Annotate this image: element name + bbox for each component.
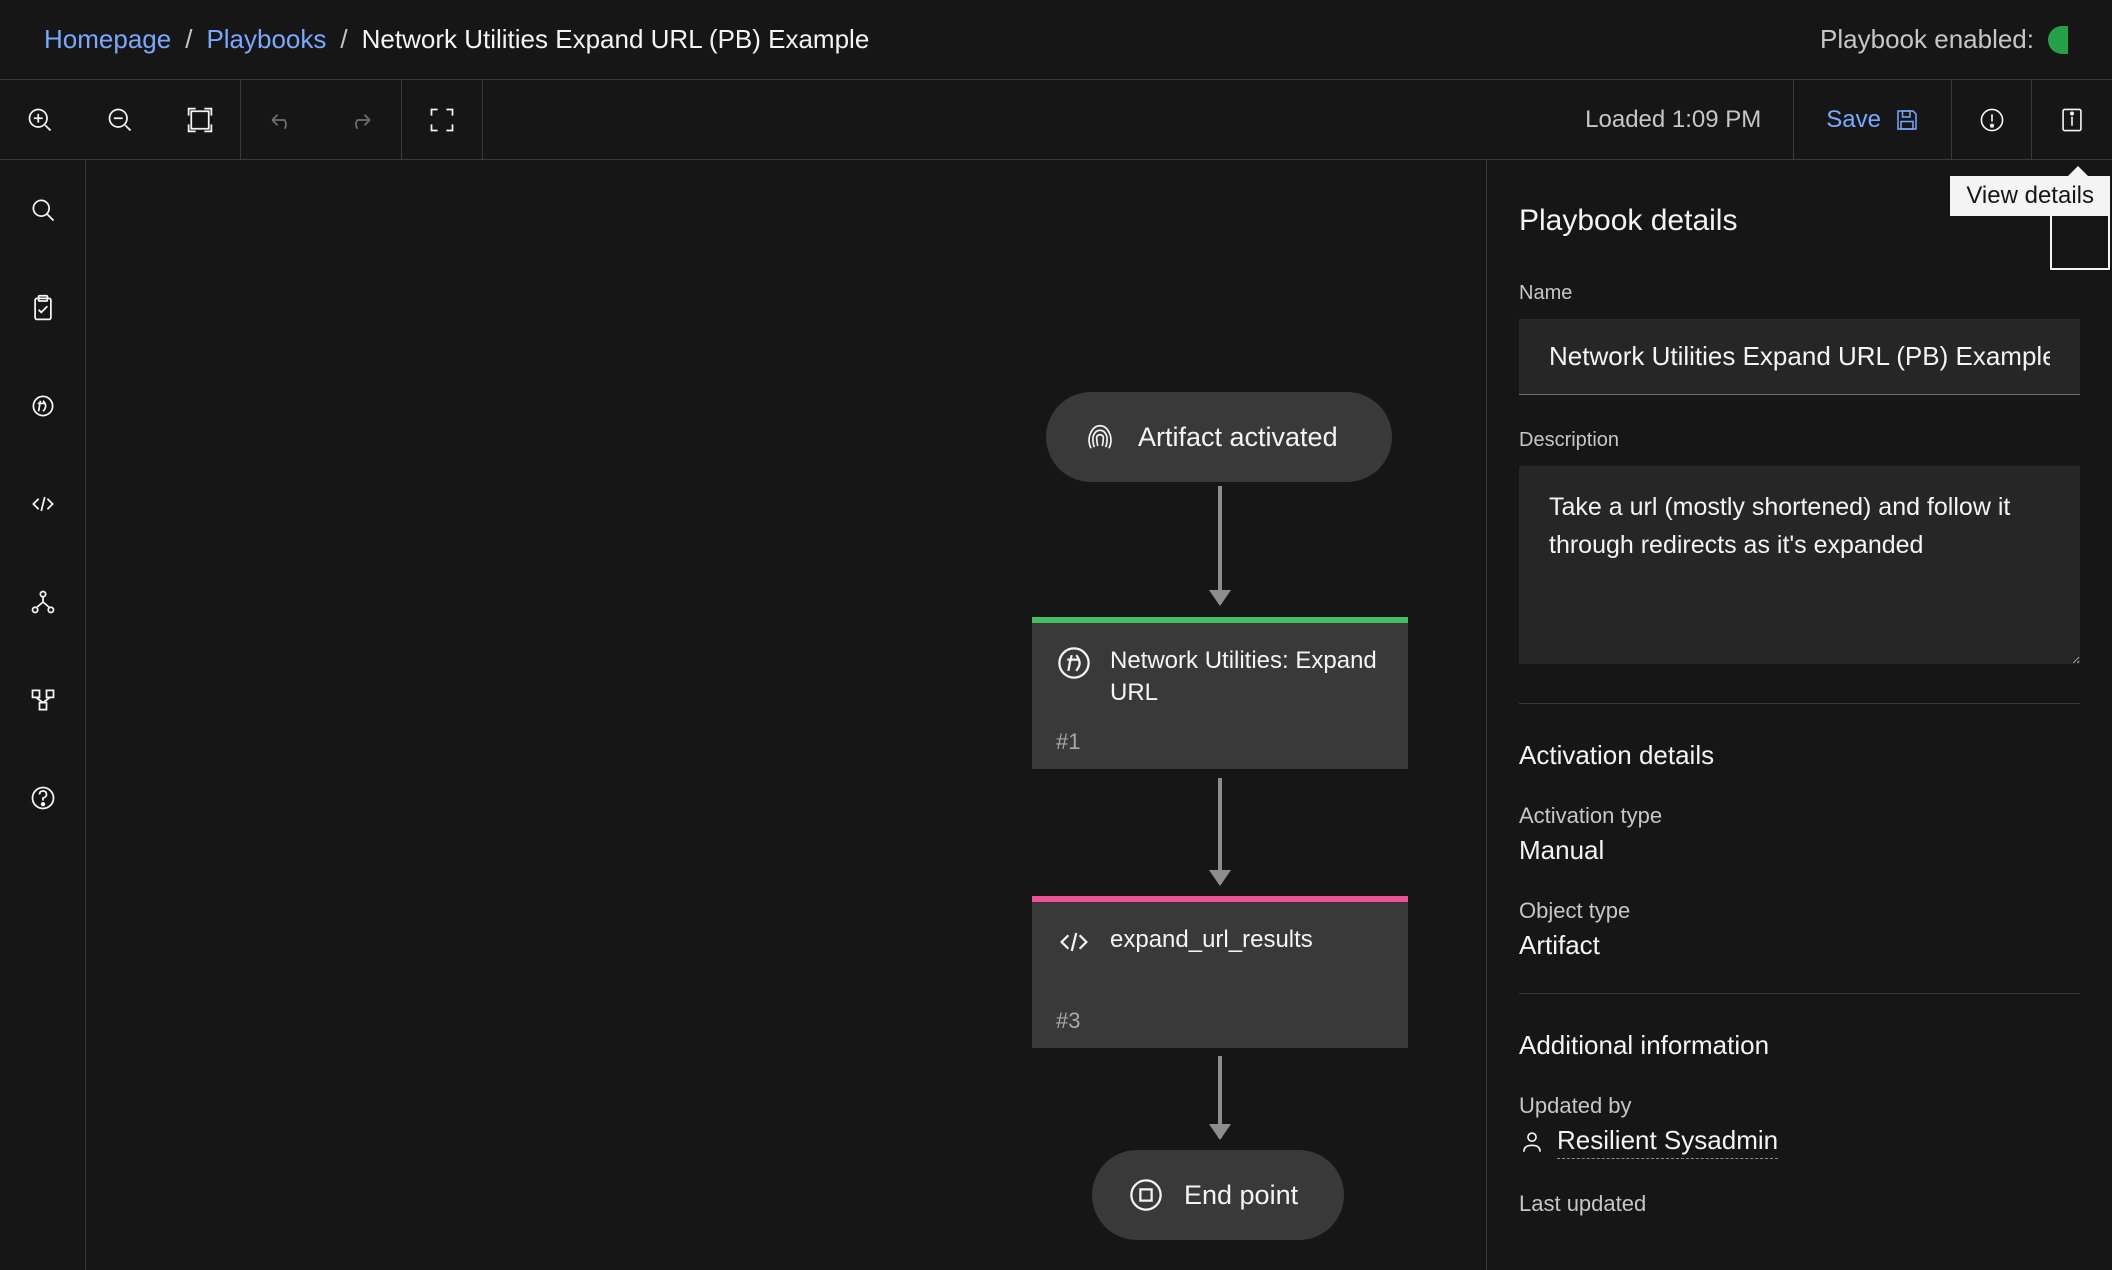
breadcrumb-playbooks-link[interactable]: Playbooks <box>206 24 326 55</box>
enabled-toggle[interactable] <box>2048 26 2068 54</box>
divider <box>1519 993 2080 994</box>
name-label: Name <box>1519 282 2080 305</box>
fullscreen-icon[interactable] <box>402 80 482 159</box>
divider <box>1519 703 2080 704</box>
updated-by-value[interactable]: Resilient Sysadmin <box>1519 1125 2080 1159</box>
code-icon <box>1056 924 1092 960</box>
breadcrumb: Homepage / Playbooks / Network Utilities… <box>44 24 869 55</box>
left-rail <box>0 160 86 1270</box>
function-node-number: #1 <box>1056 729 1080 755</box>
end-node-label: End point <box>1184 1180 1298 1211</box>
breadcrumb-separator: / <box>185 24 192 55</box>
function-icon[interactable] <box>23 386 63 426</box>
updated-by-label: Updated by <box>1519 1093 2080 1119</box>
activation-type-label: Activation type <box>1519 803 2080 829</box>
function-node-title: Network Utilities: Expand URL <box>1110 645 1384 709</box>
function-icon <box>1056 645 1092 681</box>
undo-icon[interactable] <box>241 80 321 159</box>
fit-screen-icon[interactable] <box>160 80 240 159</box>
additional-info-title: Additional information <box>1519 1030 2080 1061</box>
stop-icon <box>1128 1177 1164 1213</box>
object-type-value: Artifact <box>1519 930 2080 961</box>
fingerprint-icon <box>1082 419 1118 455</box>
breadcrumb-home-link[interactable]: Homepage <box>44 24 171 55</box>
playbook-enabled-label: Playbook enabled: <box>1820 24 2034 55</box>
error-icon[interactable] <box>1952 80 2032 159</box>
zoom-in-icon[interactable] <box>0 80 80 159</box>
flow-arrow <box>1218 486 1222 604</box>
save-icon <box>1895 108 1919 132</box>
search-icon[interactable] <box>23 190 63 230</box>
user-icon <box>1519 1129 1545 1155</box>
flow-arrow <box>1218 778 1222 884</box>
details-panel: View details Playbook details Name Descr… <box>1487 160 2112 1270</box>
help-icon[interactable] <box>23 778 63 818</box>
name-input[interactable] <box>1519 319 2080 395</box>
end-node[interactable]: End point <box>1092 1150 1344 1240</box>
redo-icon[interactable] <box>321 80 401 159</box>
script-node[interactable]: expand_url_results #3 <box>1032 896 1408 1048</box>
flow-canvas[interactable]: Artifact activated Network Utilities: Ex… <box>86 160 1487 1270</box>
workflow-icon[interactable] <box>23 680 63 720</box>
zoom-out-icon[interactable] <box>80 80 160 159</box>
close-button[interactable] <box>2050 210 2110 270</box>
toolbar: Loaded 1:09 PM Save <box>0 80 2112 160</box>
breadcrumb-separator: / <box>340 24 347 55</box>
function-node[interactable]: Network Utilities: Expand URL #1 <box>1032 617 1408 769</box>
tree-icon[interactable] <box>23 582 63 622</box>
last-updated-label: Last updated <box>1519 1191 2080 1217</box>
save-button[interactable]: Save <box>1794 80 1952 159</box>
start-node[interactable]: Artifact activated <box>1046 392 1392 482</box>
script-node-title: expand_url_results <box>1110 924 1313 956</box>
description-label: Description <box>1519 429 2080 452</box>
start-node-label: Artifact activated <box>1138 422 1338 453</box>
clipboard-icon[interactable] <box>23 288 63 328</box>
view-details-tooltip: View details <box>1950 176 2110 216</box>
breadcrumb-current: Network Utilities Expand URL (PB) Exampl… <box>362 24 870 55</box>
playbook-enabled-group: Playbook enabled: <box>1820 24 2068 55</box>
breadcrumb-bar: Homepage / Playbooks / Network Utilities… <box>0 0 2112 80</box>
details-icon[interactable] <box>2032 80 2112 159</box>
code-icon[interactable] <box>23 484 63 524</box>
activation-details-title: Activation details <box>1519 740 2080 771</box>
loaded-timestamp: Loaded 1:09 PM <box>1553 80 1794 159</box>
script-node-number: #3 <box>1056 1008 1080 1034</box>
activation-type-value: Manual <box>1519 835 2080 866</box>
object-type-label: Object type <box>1519 898 2080 924</box>
flow-arrow <box>1218 1056 1222 1138</box>
description-textarea[interactable]: Take a url (mostly shortened) and follow… <box>1519 466 2080 664</box>
